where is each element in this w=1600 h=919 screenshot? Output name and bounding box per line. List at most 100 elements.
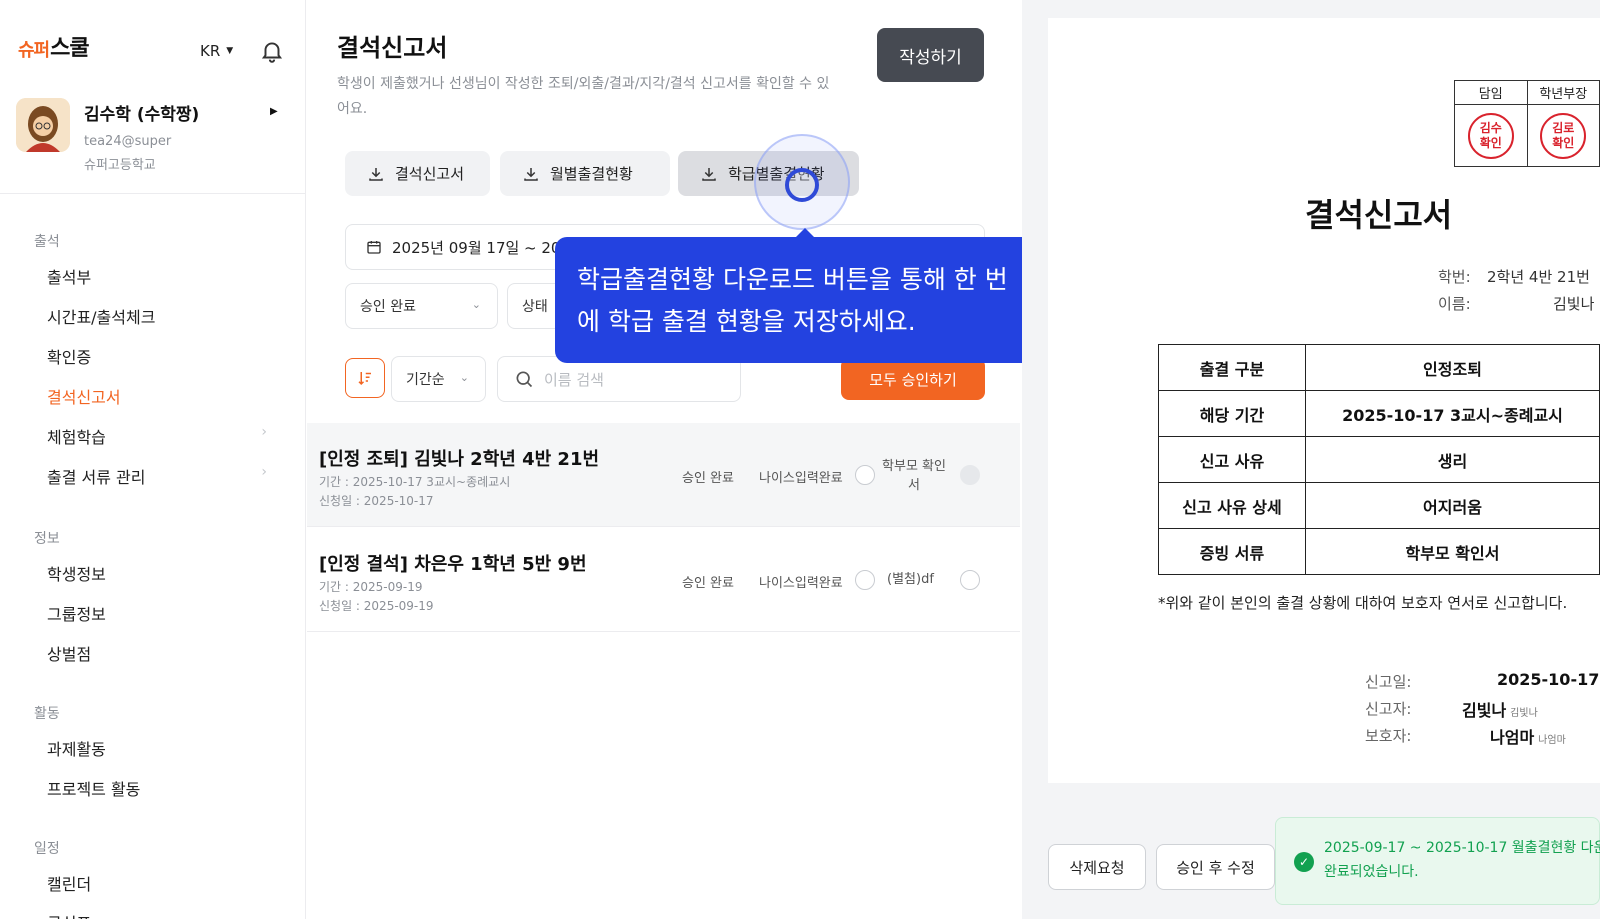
nav-section-attendance: 출석: [34, 234, 60, 250]
report-table: 출결 구분 인정조퇴 해당 기간 2025-10-17 3교시~종례교시 신고 사유…: [1158, 344, 1600, 575]
reporter-signature: 김빛나: [1510, 708, 1538, 719]
guardian-signature: 나엄마: [1538, 735, 1566, 746]
logo-text: 스쿨: [50, 36, 89, 61]
student-name-label: 이름:: [1438, 295, 1471, 313]
table-value: 2025-10-17 3교시~종례교시: [1305, 390, 1600, 437]
download-label: 월별출결현황: [550, 165, 633, 183]
table-value: 생리: [1305, 436, 1600, 483]
table-key: 신고 사유 상세: [1158, 482, 1306, 529]
search-icon: [516, 371, 533, 388]
sidebar-item-label: 출결 서류 관리: [47, 468, 146, 487]
reporter-name: 김빛나: [1462, 701, 1507, 720]
sidebar-item-attendance-book[interactable]: 출석부: [47, 264, 267, 288]
row-applied-date: 신청일 : 2025-10-17: [319, 494, 434, 508]
report-date: 2025-10-17: [1497, 670, 1600, 689]
approval-stamp-table: 담임 학년부장 김수 확인 김로 확인: [1454, 80, 1600, 167]
nav-section-info: 정보: [34, 531, 60, 547]
table-row[interactable]: [인정 결석] 차은우 1학년 5반 9번 기간 : 2025-09-19 신청…: [307, 528, 1020, 632]
row-applied-date: 신청일 : 2025-09-19: [319, 599, 434, 613]
guide-tooltip: 학급출결현황 다운로드 버튼을 통해 한 번에 학급 출결 현황을 저장하세요.: [555, 228, 1051, 363]
sidebar-item-field-trip[interactable]: 체험학습 ›: [47, 424, 267, 448]
calendar-icon: [367, 241, 381, 254]
edit-after-approval-button[interactable]: 승인 후 수정: [1156, 844, 1275, 890]
approve-all-button[interactable]: 모두 승인하기: [841, 358, 985, 400]
nice-checkbox[interactable]: [855, 465, 875, 485]
sidebar-item-meal[interactable]: 급식표: [47, 910, 267, 919]
chevron-right-icon: ›: [261, 424, 267, 440]
table-value: 어지러움: [1305, 482, 1600, 529]
language-selector[interactable]: KR ▼: [200, 42, 233, 60]
page-description: 학생이 제출했거나 선생님이 작성한 조퇴/외출/결과/지각/결석 신고서를 확…: [337, 76, 830, 117]
table-row[interactable]: [인정 조퇴] 김빛나 2학년 4반 21번 기간 : 2025-10-17 3…: [307, 423, 1020, 527]
row-document: 학부모 확인서: [882, 459, 946, 493]
caret-right-icon[interactable]: ▶: [270, 106, 278, 117]
document-checkbox[interactable]: [960, 570, 980, 590]
delete-request-button[interactable]: 삭제요청: [1048, 844, 1146, 890]
write-button[interactable]: 작성하기: [877, 28, 984, 82]
brand-logo[interactable]: 슈퍼 스쿨: [18, 30, 90, 62]
avatar: [16, 98, 70, 152]
document-title: 결석신고서: [1305, 196, 1453, 234]
table-key: 출결 구분: [1158, 344, 1306, 391]
toast-line-2: 완료되었습니다.: [1324, 864, 1419, 880]
sidebar-item-calendar[interactable]: 캘린더: [47, 871, 267, 895]
seal-stamp: 김로 확인: [1540, 112, 1587, 159]
date-range-value: 2025년 09월 17일 ~ 20: [392, 238, 561, 257]
seal-stamp: 김수 확인: [1467, 112, 1514, 159]
student-name: 김빛나: [1553, 295, 1595, 313]
guardian: 나엄마 나엄마: [1490, 724, 1566, 748]
bell-icon[interactable]: [259, 38, 285, 64]
download-label: 결석신고서: [395, 165, 465, 183]
divider: [0, 193, 306, 194]
profile-email: tea24@super: [84, 134, 172, 149]
nav-section-schedule: 일정: [34, 841, 60, 857]
sort-select[interactable]: 기간순 ⌄: [391, 356, 486, 402]
toast-line-1: 2025-09-17 ~ 2025-10-17 월출결현황 다운로드: [1324, 840, 1600, 856]
select-value: 기간순: [406, 372, 445, 388]
sidebar-item-merit-points[interactable]: 상벌점: [47, 641, 267, 665]
profile-name: 김수학 (수학짱): [84, 105, 200, 125]
student-number-label: 학번:: [1438, 268, 1471, 286]
download-icon: [524, 167, 538, 181]
nice-checkbox[interactable]: [855, 570, 875, 590]
reporter-label: 신고자:: [1365, 700, 1412, 718]
report-date-label: 신고일:: [1365, 673, 1412, 691]
sort-order-button[interactable]: [345, 358, 385, 398]
guardian-name: 나엄마: [1490, 728, 1535, 747]
tooltip-text: 학급출결현황 다운로드 버튼을 통해 한 번에 학급 출결 현황을 저장하세요.: [577, 265, 1008, 336]
sidebar-item-label: 체험학습: [47, 428, 106, 447]
download-monthly-button[interactable]: 월별출결현황: [500, 151, 670, 196]
sidebar-item-attendance-docs[interactable]: 출결 서류 관리 ›: [47, 464, 267, 488]
sidebar-item-absence-report[interactable]: 결석신고서: [47, 384, 267, 408]
reporter: 김빛나 김빛나: [1462, 697, 1538, 721]
table-value: 학부모 확인서: [1305, 528, 1600, 575]
sidebar-item-projects[interactable]: 프로젝트 활동: [47, 776, 267, 800]
select-value: 승인 완료: [360, 299, 416, 315]
stamp-header: 담임: [1454, 80, 1528, 105]
profile-card[interactable]: 김수학 (수학짱) tea24@super 슈퍼고등학교 ▶: [16, 96, 292, 176]
row-title: [인정 조퇴] 김빛나 2학년 4반 21번: [319, 449, 600, 470]
row-nice-label: 나이스입력완료: [759, 576, 843, 591]
toast-message: 2025-09-17 ~ 2025-10-17 월출결현황 다운로드 완료되었습…: [1324, 836, 1600, 884]
sidebar-item-group-info[interactable]: 그룹정보: [47, 601, 267, 625]
row-status: 승인 완료: [682, 576, 734, 591]
sidebar-item-certificate[interactable]: 확인증: [47, 344, 267, 368]
tooltip-arrow: [795, 228, 815, 238]
stamp-cell: 김로 확인: [1526, 104, 1600, 167]
row-document: (별첨)df: [887, 572, 934, 587]
download-absence-report-button[interactable]: 결석신고서: [345, 151, 490, 196]
row-period: 기간 : 2025-09-19: [319, 580, 423, 594]
sidebar-item-timetable[interactable]: 시간표/출석체크: [47, 304, 267, 328]
sidebar: 슈퍼 스쿨 KR ▼ 김수학 (수학짱) tea24@super 슈퍼고등학교 …: [0, 0, 306, 919]
logo-mark: 슈퍼: [18, 40, 50, 61]
caret-down-icon: ▼: [226, 46, 234, 56]
click-indicator: [785, 168, 819, 202]
document-checkbox[interactable]: [960, 465, 980, 485]
sidebar-item-student-info[interactable]: 학생정보: [47, 561, 267, 585]
guardian-label: 보호자:: [1365, 727, 1412, 745]
select-value: 상태: [522, 299, 548, 315]
download-icon: [702, 167, 716, 181]
sidebar-item-assignments[interactable]: 과제활동: [47, 736, 267, 760]
row-period: 기간 : 2025-10-17 3교시~종례교시: [319, 475, 511, 489]
approval-filter-select[interactable]: 승인 완료 ⌄: [345, 283, 498, 329]
